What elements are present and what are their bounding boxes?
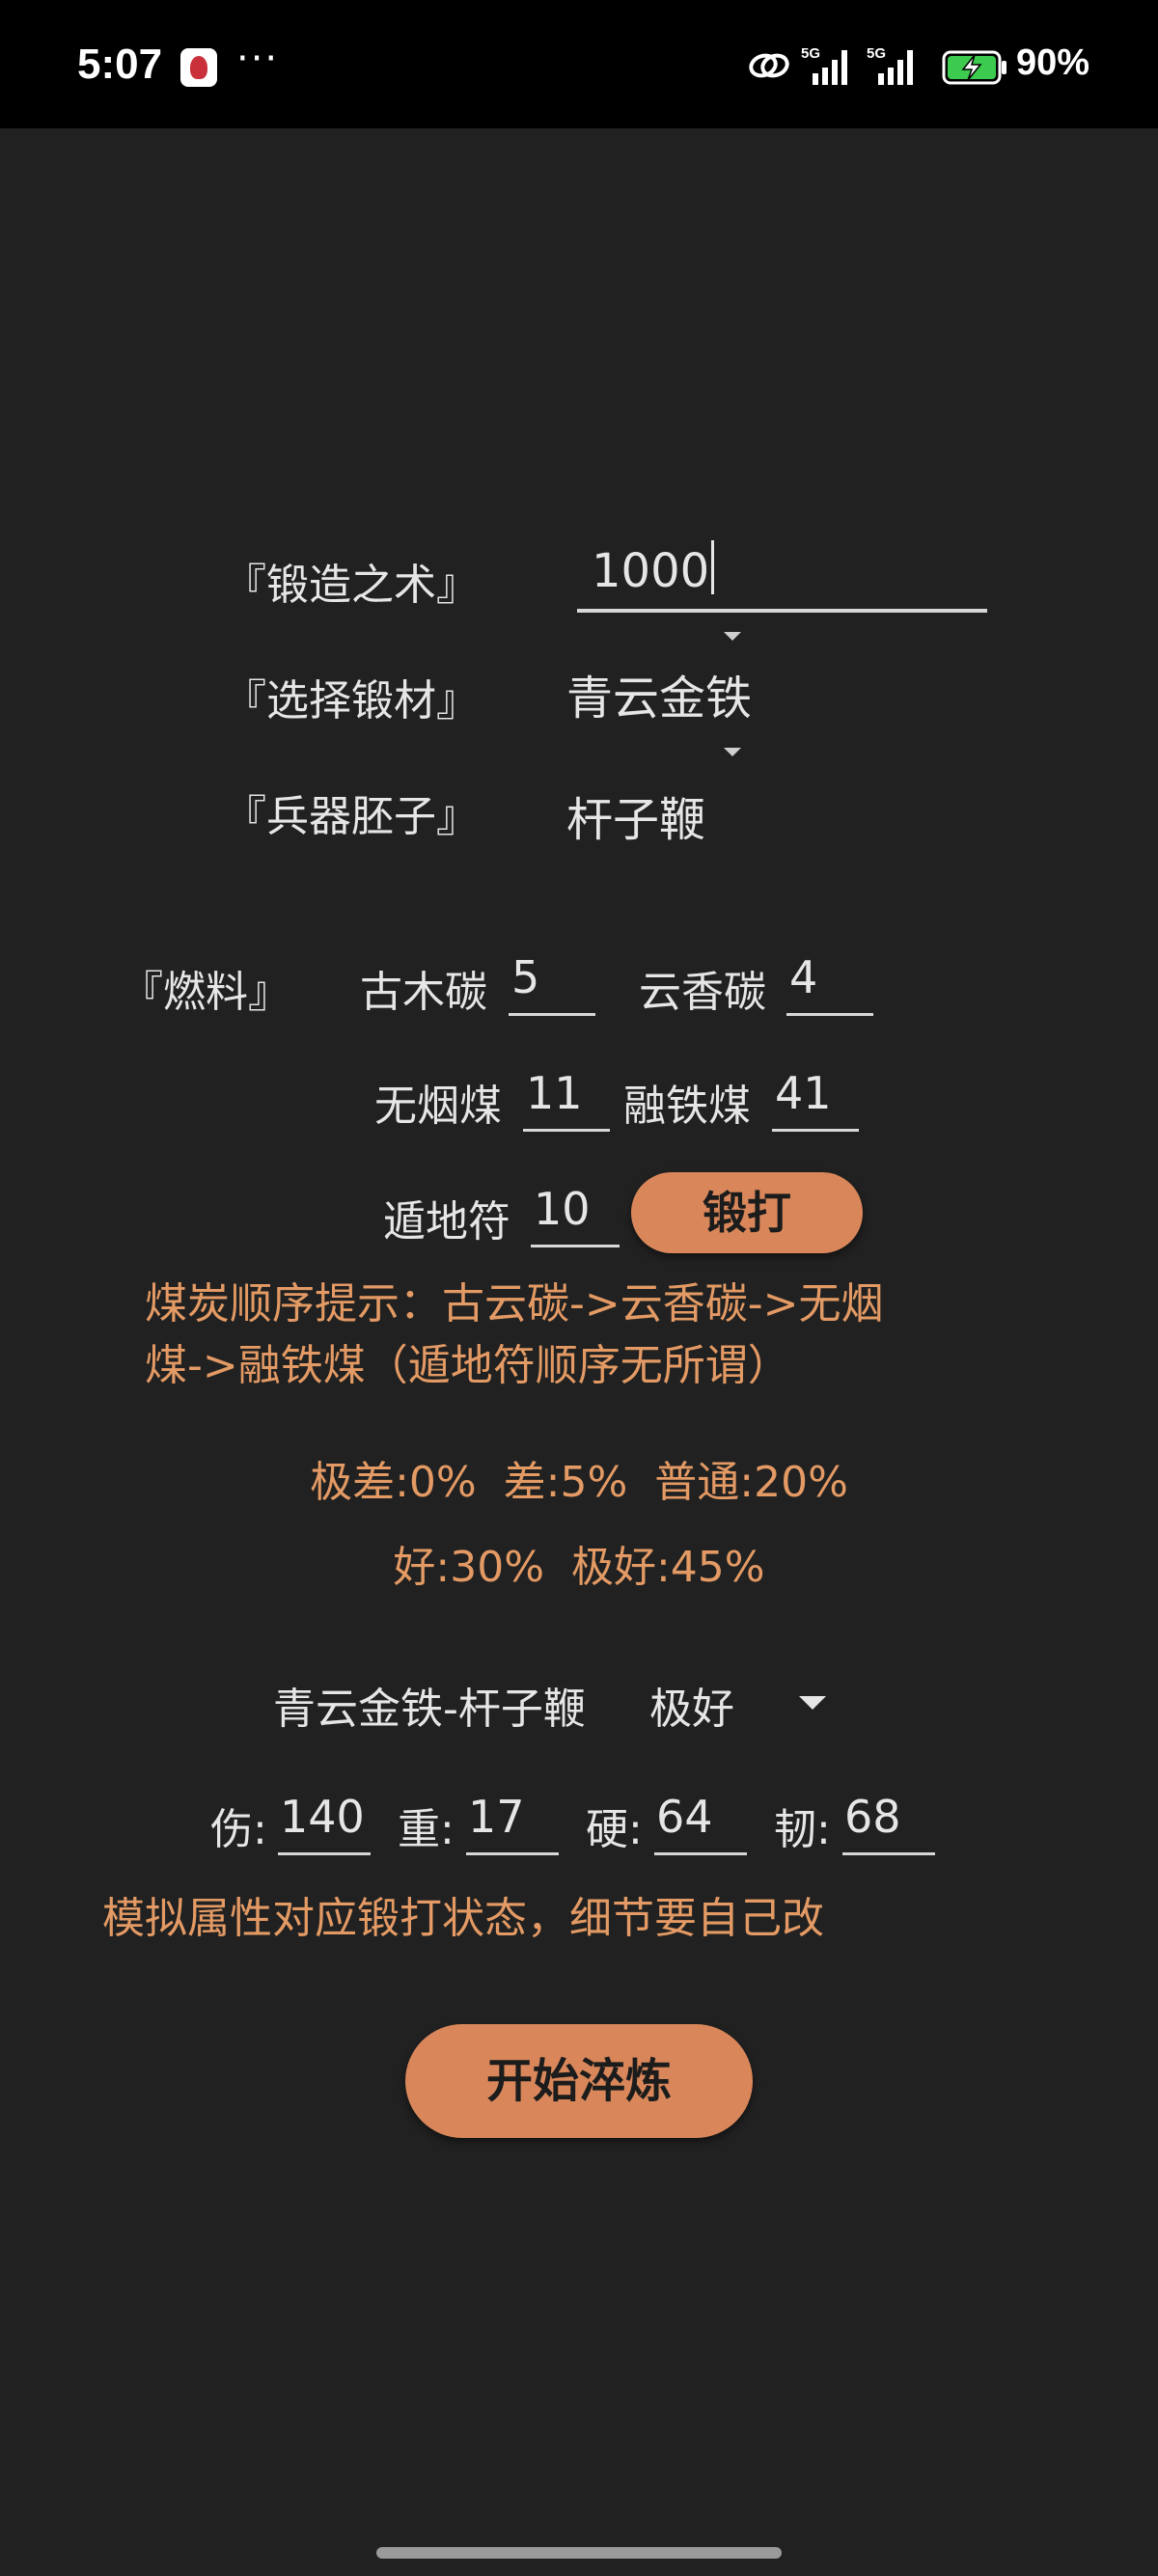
fuel-input-dundi[interactable]: 10 xyxy=(531,1177,620,1247)
signal-5g-icon: 5G xyxy=(867,45,913,85)
fuel-name: 遁地符 xyxy=(383,1197,510,1247)
text-cursor xyxy=(711,540,715,594)
skill-value: 1000 xyxy=(592,544,710,598)
stat-value: 64 xyxy=(656,1791,713,1843)
battery-charging-icon xyxy=(942,50,1006,85)
svg-text:5G: 5G xyxy=(801,45,820,62)
simulation-note: 模拟属性对应锻打状态，细节要自己改 xyxy=(102,1894,824,1943)
material-label: 『选择锻材』 xyxy=(224,676,479,726)
skill-input[interactable]: 1000 xyxy=(577,540,987,614)
chevron-down-icon xyxy=(724,748,741,756)
avatar-icon xyxy=(180,48,217,87)
fuel-label: 『燃料』 xyxy=(121,968,290,1017)
quality-odds-line: 极差:0% 差:5% 普通:20% xyxy=(310,1458,848,1507)
stat-input-toughness[interactable]: 68 xyxy=(842,1785,935,1855)
stat-input-damage[interactable]: 140 xyxy=(278,1785,371,1855)
stat-input-hardness[interactable]: 64 xyxy=(654,1785,747,1855)
blank-label: 『兵器胚子』 xyxy=(224,792,479,841)
skill-label: 『锻造之术』 xyxy=(224,561,479,610)
fuel-name: 古木碳 xyxy=(360,968,487,1017)
blank-value: 杆子鞭 xyxy=(566,793,706,847)
start-refine-button[interactable]: 开始淬炼 xyxy=(405,2024,753,2138)
input-underline xyxy=(523,1129,610,1132)
fuel-name: 无烟煤 xyxy=(374,1082,502,1131)
quality-odds-line: 好:30% 极好:45% xyxy=(393,1543,765,1592)
stat-label: 重: xyxy=(398,1805,455,1854)
input-underline xyxy=(772,1129,859,1132)
battery-percent: 90% xyxy=(1016,42,1090,83)
fuel-input-gumu[interactable]: 5 xyxy=(509,945,595,1016)
more-dots-icon: ··· xyxy=(236,37,280,81)
stat-label: 硬: xyxy=(586,1805,643,1854)
fuel-value: 11 xyxy=(526,1067,583,1119)
stat-value: 68 xyxy=(844,1791,901,1843)
signal-5g-icon: 5G xyxy=(801,45,847,85)
fuel-value: 10 xyxy=(534,1183,591,1235)
result-select[interactable]: 青云金铁-杆子鞭 极好 xyxy=(273,1669,852,1737)
hint-line: 煤炭顺序提示：古云碳->云香碳->无烟 xyxy=(145,1279,884,1329)
input-underline xyxy=(466,1852,559,1855)
input-underline xyxy=(654,1852,747,1855)
stat-label: 韧: xyxy=(774,1805,831,1854)
stat-label: 伤: xyxy=(210,1805,267,1854)
stat-value: 140 xyxy=(280,1791,365,1843)
gesture-nav-bar[interactable] xyxy=(376,2547,782,2559)
skill-input-underline xyxy=(577,609,987,613)
input-underline xyxy=(509,1013,595,1016)
fuel-value: 41 xyxy=(775,1067,832,1119)
fuel-input-rongtie[interactable]: 41 xyxy=(772,1061,859,1132)
result-item: 青云金铁-杆子鞭 xyxy=(273,1685,586,1734)
chevron-down-icon xyxy=(799,1696,826,1710)
material-select[interactable]: 青云金铁 xyxy=(560,627,772,726)
fuel-input-wuyan[interactable]: 11 xyxy=(523,1061,610,1132)
fuel-name: 云香碳 xyxy=(639,968,766,1017)
input-underline xyxy=(842,1852,935,1855)
input-underline xyxy=(786,1013,873,1016)
blank-select[interactable]: 杆子鞭 xyxy=(560,745,772,847)
svg-text:5G: 5G xyxy=(867,45,886,62)
input-underline xyxy=(531,1245,620,1247)
forge-button[interactable]: 锻打 xyxy=(631,1172,863,1253)
stat-value: 17 xyxy=(468,1791,525,1843)
coal-order-hint: 煤炭顺序提示：古云碳->云香碳->无烟 煤->融铁煤（遁地符顺序无所谓） xyxy=(145,1274,884,1397)
chevron-down-icon xyxy=(724,632,741,641)
fuel-value: 4 xyxy=(789,951,818,1003)
fuel-name: 融铁煤 xyxy=(623,1082,751,1131)
link-icon xyxy=(749,53,789,78)
fuel-input-yunxiang[interactable]: 4 xyxy=(786,945,873,1016)
result-quality: 极好 xyxy=(649,1685,734,1734)
fuel-value: 5 xyxy=(511,951,540,1003)
material-value: 青云金铁 xyxy=(566,671,753,726)
clock: 5:07 xyxy=(77,41,163,88)
hint-line: 煤->融铁煤（遁地符顺序无所谓） xyxy=(145,1341,790,1390)
input-underline xyxy=(278,1852,371,1855)
stat-input-weight[interactable]: 17 xyxy=(466,1785,559,1855)
status-bar: 5:07 ··· 5G 5G 90% xyxy=(0,0,1158,128)
